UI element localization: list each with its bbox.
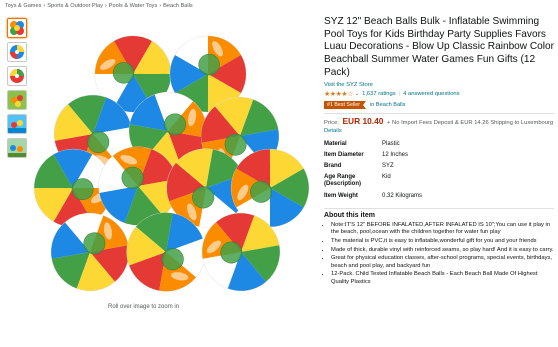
about-bullet: The material is PVC,it is easy to inflat… (331, 238, 554, 246)
beach-balls-thumbnail (10, 21, 24, 35)
thumbnail-1[interactable] (7, 18, 27, 38)
spec-key: Material (324, 140, 347, 147)
ratings-count-link[interactable]: 1,637 ratings (362, 91, 396, 97)
beach-ball-thumbnail (10, 45, 24, 59)
spec-value: Plastic (382, 140, 400, 147)
pool-scene-thumbnail (8, 115, 26, 133)
thumbnail-strip (7, 18, 29, 162)
breadcrumb-pools-water[interactable]: Pools & Water Toys (109, 3, 158, 9)
price-label: Price: (324, 119, 339, 126)
beach-scene-thumbnail (8, 91, 26, 109)
spec-row: Brand SYZ (324, 163, 422, 174)
about-bullet: 12-Pack. Child Tested Inflatable Beach B… (331, 271, 554, 286)
about-bullet: Note:IT'S 12" BEFORE INFALATED,AFTER INF… (331, 222, 554, 237)
product-details: SYZ 12" Beach Balls Bulk - Inflatable Sw… (324, 16, 554, 287)
spec-value: Kid (382, 174, 391, 181)
spec-table: Material Plastic Item Diameter 12 Inches B… (324, 141, 422, 204)
breadcrumb-toys-games[interactable]: Toys & Games (5, 3, 41, 9)
best-seller-badge[interactable]: #1 Best Seller (324, 100, 366, 109)
ratings-row: ★★★★☆ ⌄ 1,637 ratings | 4 answered quest… (324, 90, 554, 98)
spec-value: 0.32 Kilograms (382, 192, 423, 199)
spec-row: Age Range (Description) Kid (324, 174, 422, 192)
spec-value: SYZ (382, 162, 394, 169)
price-row: Price: EUR 10.40 + No Import Fees Deposi… (324, 115, 554, 135)
breadcrumb-beach-balls[interactable]: Beach Balls (163, 3, 193, 9)
shipping-fees: + No Import Fees Deposit & EUR 14.26 Shi… (387, 119, 554, 126)
breadcrumb-separator: › (104, 3, 107, 9)
breadcrumb-separator: › (159, 3, 162, 9)
star-rating-icon[interactable]: ★★★★☆ (324, 90, 353, 98)
beach-ball-thumbnail (10, 69, 24, 83)
thumbnail-5[interactable] (7, 114, 27, 134)
about-title: About this item (324, 211, 375, 219)
spec-key: Age Range (Description) (324, 174, 362, 188)
about-bullet: Made of thick, durable vinyl with reinfo… (331, 247, 554, 255)
best-seller-category-link[interactable]: in Beach Balls (370, 102, 405, 108)
product-main-image[interactable] (28, 26, 313, 294)
thumbnail-2[interactable] (7, 42, 27, 62)
chevron-down-icon[interactable]: ⌄ (355, 91, 359, 97)
divider (324, 112, 554, 114)
about-bullet: Great for physical education classes, af… (331, 255, 554, 270)
spec-key: Item Diameter (324, 151, 364, 158)
breadcrumb-sports-outdoor[interactable]: Sports & Outdoor Play (47, 3, 103, 9)
spec-row: Item Diameter 12 Inches (324, 152, 422, 163)
thumbnail-6[interactable] (7, 138, 27, 158)
breadcrumb: Toys & Games › Sports & Outdoor Play › Pools… (5, 3, 193, 9)
store-link[interactable]: Visit the SYZ Store (324, 82, 554, 88)
breadcrumb-separator: › (43, 3, 46, 9)
spec-key: Item Weight (324, 192, 358, 199)
best-seller-row: #1 Best Seller in Beach Balls (324, 100, 554, 109)
price-value: EUR 10.40 (342, 115, 384, 126)
thumbnail-4[interactable] (7, 90, 27, 110)
spec-row: Item Weight 0.32 Kilograms (324, 193, 422, 204)
spec-key: Brand (324, 162, 342, 169)
lawn-scene-thumbnail (8, 139, 26, 157)
spec-row: Material Plastic (324, 141, 422, 152)
product-title: SYZ 12" Beach Balls Bulk - Inflatable Sw… (324, 16, 555, 78)
divider: | (398, 90, 401, 97)
shipping-details-link[interactable]: Details (324, 128, 342, 134)
about-bullets: Note:IT'S 12" BEFORE INFALATED,AFTER INF… (324, 222, 554, 287)
thumbnail-3[interactable] (7, 66, 27, 86)
zoom-hint: Roll over image to zoom in (108, 304, 180, 310)
spec-value: 12 Inches (382, 151, 409, 158)
answered-questions-link[interactable]: 4 answered questions (403, 91, 459, 97)
divider (324, 207, 554, 209)
